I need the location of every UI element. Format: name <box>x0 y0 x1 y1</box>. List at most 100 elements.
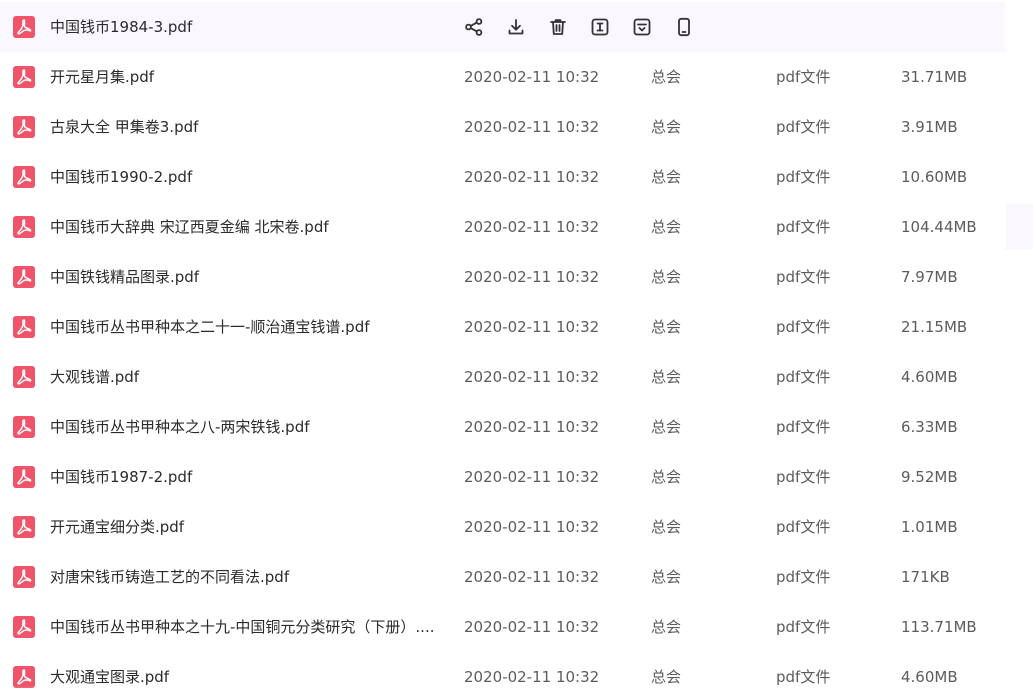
modified-date: 2020-02-11 10:32 <box>464 218 600 236</box>
modified-date: 2020-02-11 10:32 <box>464 668 600 686</box>
pdf-file-icon <box>13 102 37 152</box>
file-size: 171KB <box>901 568 950 586</box>
file-name[interactable]: 古泉大全 甲集卷3.pdf <box>50 102 440 152</box>
file-name[interactable]: 中国钱币丛书甲种本之十九-中国铜元分类研究（下册）.... <box>50 602 440 652</box>
owner: 总会 <box>651 668 682 686</box>
row-actions <box>462 2 714 52</box>
file-size: 4.60MB <box>901 668 958 686</box>
file-row[interactable]: 大观钱谱.pdf 2020-02-11 10:32 总会 pdf文件 4.60MB <box>0 352 1005 402</box>
file-name[interactable]: 开元星月集.pdf <box>50 52 440 102</box>
pdf-file-icon <box>13 202 37 252</box>
file-name[interactable]: 中国铁钱精品图录.pdf <box>50 252 440 302</box>
file-name[interactable]: 中国钱币1987-2.pdf <box>50 452 440 502</box>
file-name[interactable]: 中国钱币1984-3.pdf <box>50 2 440 52</box>
rename-icon[interactable] <box>588 15 612 39</box>
file-row[interactable]: 中国钱币丛书甲种本之十九-中国铜元分类研究（下册）.... 2020-02-11 … <box>0 602 1005 652</box>
owner: 总会 <box>651 118 682 136</box>
pdf-file-icon <box>13 552 37 602</box>
file-type: pdf文件 <box>776 68 831 86</box>
owner: 总会 <box>651 368 682 386</box>
pdf-file-icon <box>13 302 37 352</box>
pdf-file-icon <box>13 252 37 302</box>
file-row[interactable]: 中国钱币1987-2.pdf 2020-02-11 10:32 总会 pdf文件 9.5… <box>0 452 1005 502</box>
file-row[interactable]: 中国钱币1984-3.pdf <box>0 2 1005 52</box>
pdf-file-icon <box>13 652 37 699</box>
file-size: 1.01MB <box>901 518 958 536</box>
modified-date: 2020-02-11 10:32 <box>464 168 600 186</box>
file-row[interactable]: 中国钱币丛书甲种本之八-两宋铁钱.pdf 2020-02-11 10:32 总会 pd… <box>0 402 1005 452</box>
pdf-file-icon <box>13 2 37 52</box>
modified-date: 2020-02-11 10:32 <box>464 618 600 636</box>
file-size: 113.71MB <box>901 618 977 636</box>
file-row[interactable]: 对唐宋钱币铸造工艺的不同看法.pdf 2020-02-11 10:32 总会 pdf文… <box>0 552 1005 602</box>
owner: 总会 <box>651 168 682 186</box>
pdf-file-icon <box>13 152 37 202</box>
file-row[interactable]: 古泉大全 甲集卷3.pdf 2020-02-11 10:32 总会 pdf文件 3.91… <box>0 102 1005 152</box>
owner: 总会 <box>651 568 682 586</box>
file-type: pdf文件 <box>776 268 831 286</box>
file-size: 104.44MB <box>901 218 977 236</box>
file-size: 7.97MB <box>901 268 958 286</box>
modified-date: 2020-02-11 10:32 <box>464 68 600 86</box>
phone-icon[interactable] <box>672 15 696 39</box>
file-name[interactable]: 中国钱币丛书甲种本之二十一-顺治通宝钱谱.pdf <box>50 302 440 352</box>
file-type: pdf文件 <box>776 118 831 136</box>
pdf-file-icon <box>13 602 37 652</box>
pdf-file-icon <box>13 452 37 502</box>
file-size: 21.15MB <box>901 318 968 336</box>
file-type: pdf文件 <box>776 518 831 536</box>
file-row[interactable]: 开元星月集.pdf 2020-02-11 10:32 总会 pdf文件 31.71MB <box>0 52 1005 102</box>
side-hover-ghost <box>1006 204 1033 250</box>
file-type: pdf文件 <box>776 418 831 436</box>
pdf-file-icon <box>13 502 37 552</box>
file-size: 9.52MB <box>901 468 958 486</box>
modified-date: 2020-02-11 10:32 <box>464 268 600 286</box>
pdf-file-icon <box>13 52 37 102</box>
file-name[interactable]: 大观钱谱.pdf <box>50 352 440 402</box>
modified-date: 2020-02-11 10:32 <box>464 568 600 586</box>
file-type: pdf文件 <box>776 218 831 236</box>
file-name[interactable]: 中国钱币1990-2.pdf <box>50 152 440 202</box>
download-icon[interactable] <box>504 15 528 39</box>
file-name[interactable]: 中国钱币大辞典 宋辽西夏金编 北宋卷.pdf <box>50 202 440 252</box>
file-row[interactable]: 中国钱币1990-2.pdf 2020-02-11 10:32 总会 pdf文件 10.… <box>0 152 1005 202</box>
file-type: pdf文件 <box>776 368 831 386</box>
file-size: 10.60MB <box>901 168 968 186</box>
file-row[interactable]: 中国钱币大辞典 宋辽西夏金编 北宋卷.pdf 2020-02-11 10:32 总会… <box>0 202 1005 252</box>
owner: 总会 <box>651 268 682 286</box>
file-name[interactable]: 开元通宝细分类.pdf <box>50 502 440 552</box>
file-size: 4.60MB <box>901 368 958 386</box>
file-list: 中国钱币1984-3.pdf 开元星月集.pdf 2020-02-11 10:32 总… <box>0 0 1033 699</box>
modified-date: 2020-02-11 10:32 <box>464 518 600 536</box>
file-name[interactable]: 中国钱币丛书甲种本之八-两宋铁钱.pdf <box>50 402 440 452</box>
file-type: pdf文件 <box>776 168 831 186</box>
modified-date: 2020-02-11 10:32 <box>464 118 600 136</box>
file-size: 3.91MB <box>901 118 958 136</box>
owner: 总会 <box>651 318 682 336</box>
file-type: pdf文件 <box>776 618 831 636</box>
modified-date: 2020-02-11 10:32 <box>464 418 600 436</box>
file-type: pdf文件 <box>776 468 831 486</box>
pdf-file-icon <box>13 352 37 402</box>
move-icon[interactable] <box>630 15 654 39</box>
file-row[interactable]: 大观通宝图录.pdf 2020-02-11 10:32 总会 pdf文件 4.60MB <box>0 652 1005 699</box>
modified-date: 2020-02-11 10:32 <box>464 468 600 486</box>
owner: 总会 <box>651 218 682 236</box>
owner: 总会 <box>651 68 682 86</box>
modified-date: 2020-02-11 10:32 <box>464 368 600 386</box>
pdf-file-icon <box>13 402 37 452</box>
owner: 总会 <box>651 468 682 486</box>
file-row[interactable]: 中国钱币丛书甲种本之二十一-顺治通宝钱谱.pdf 2020-02-11 10:32… <box>0 302 1005 352</box>
share-icon[interactable] <box>462 15 486 39</box>
file-size: 6.33MB <box>901 418 958 436</box>
file-row[interactable]: 中国铁钱精品图录.pdf 2020-02-11 10:32 总会 pdf文件 7.97M… <box>0 252 1005 302</box>
owner: 总会 <box>651 518 682 536</box>
delete-icon[interactable] <box>546 15 570 39</box>
file-type: pdf文件 <box>776 318 831 336</box>
owner: 总会 <box>651 618 682 636</box>
file-name[interactable]: 对唐宋钱币铸造工艺的不同看法.pdf <box>50 552 440 602</box>
file-name[interactable]: 大观通宝图录.pdf <box>50 652 440 699</box>
modified-date: 2020-02-11 10:32 <box>464 318 600 336</box>
file-row[interactable]: 开元通宝细分类.pdf 2020-02-11 10:32 总会 pdf文件 1.01MB <box>0 502 1005 552</box>
file-type: pdf文件 <box>776 668 831 686</box>
